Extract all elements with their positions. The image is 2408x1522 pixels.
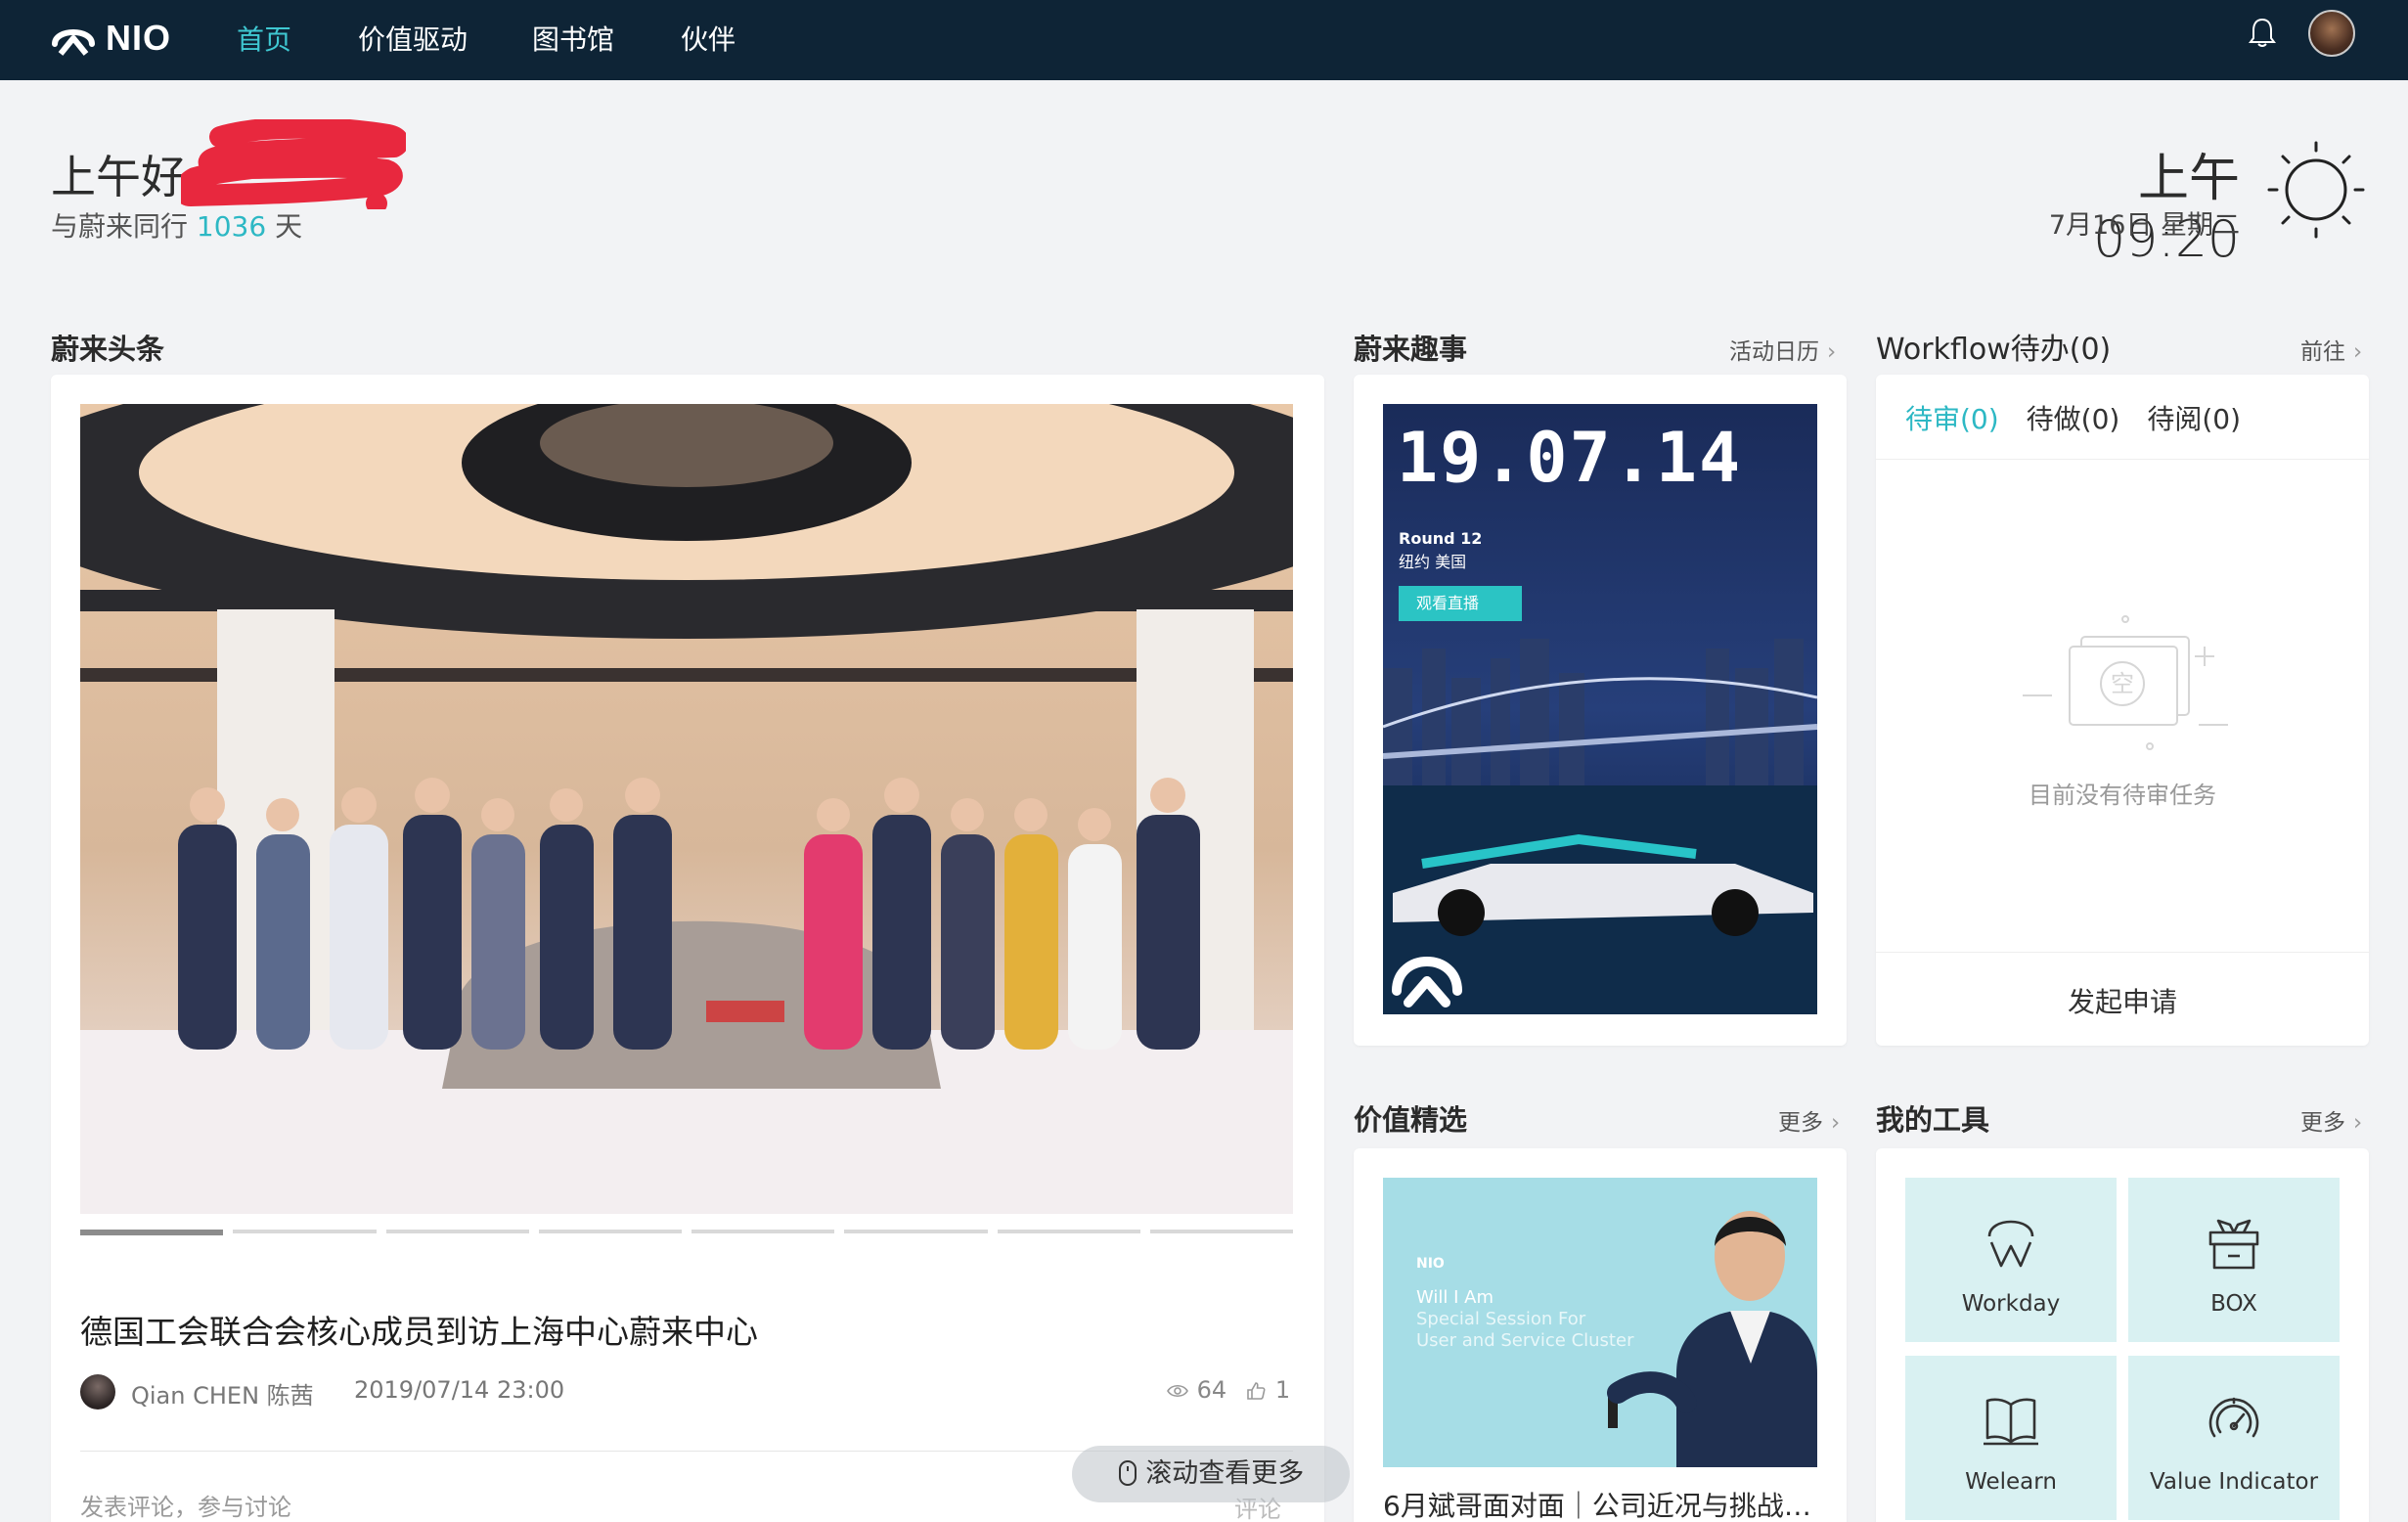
event-poster[interactable]: 19.07.14 Round 12 纽约 美国 观看直播 bbox=[1383, 404, 1817, 1014]
top-nav: NIO 首页 价值驱动 图书馆 伙伴 bbox=[0, 0, 2408, 80]
image-line-2: Special Session For bbox=[1416, 1309, 1586, 1329]
fun-title: 蔚来趣事 bbox=[1354, 333, 1468, 366]
nio-logo[interactable]: NIO bbox=[51, 14, 171, 63]
days-count: 1036 bbox=[196, 210, 267, 243]
workflow-tabs: 待审(0) 待做(0) 待阅(0) bbox=[1905, 398, 2241, 437]
tools-card: Workday BOX Welearn Value Indicator bbox=[1876, 1148, 2369, 1522]
value-article-title[interactable]: 6月斌哥面对面｜公司近况与挑战… bbox=[1383, 1485, 1817, 1522]
bell-icon[interactable] bbox=[2246, 16, 2279, 49]
divider bbox=[1876, 952, 2369, 953]
headlines-title: 蔚来头条 bbox=[51, 333, 165, 366]
nav-item-partners[interactable]: 伙伴 bbox=[681, 14, 736, 67]
days-together: 与蔚来同行 1036 天 bbox=[51, 210, 303, 243]
empty-message: 目前没有待审任务 bbox=[2029, 782, 2216, 809]
carousel-dot[interactable] bbox=[997, 1230, 1140, 1233]
workday-icon bbox=[1987, 1220, 2034, 1268]
fun-more-link[interactable]: 活动日历 › bbox=[1729, 333, 1836, 366]
mouse-icon bbox=[1118, 1460, 1137, 1486]
tool-label: Workday bbox=[1961, 1291, 2061, 1317]
value-article-image[interactable]: NIO Will I Am Special Session For User a… bbox=[1383, 1178, 1817, 1467]
tool-welearn[interactable]: Welearn bbox=[1905, 1356, 2117, 1520]
tool-value-indicator[interactable]: Value Indicator bbox=[2128, 1356, 2340, 1520]
redaction-scribble bbox=[181, 119, 406, 209]
image-line-3: User and Service Cluster bbox=[1416, 1330, 1634, 1351]
box-icon bbox=[2208, 1219, 2259, 1270]
poster-date: 19.07.14 bbox=[1397, 418, 1743, 498]
nav-item-library[interactable]: 图书馆 bbox=[532, 14, 614, 67]
tool-label: Welearn bbox=[1965, 1469, 2057, 1495]
values-title: 价值精选 bbox=[1354, 1103, 1468, 1137]
tab-pending-review[interactable]: 待审(0) bbox=[1905, 398, 1999, 437]
start-request-button[interactable]: 发起申请 bbox=[1876, 981, 2369, 1020]
headline-image[interactable] bbox=[80, 404, 1293, 1214]
poster-round: Round 12 bbox=[1399, 529, 1483, 548]
author-avatar[interactable] bbox=[80, 1374, 115, 1410]
workflow-go-link[interactable]: 前往 › bbox=[2300, 333, 2362, 366]
divider bbox=[1876, 459, 2369, 460]
clock-date: 7月16日 星期二 bbox=[2048, 210, 2240, 241]
nav-item-value-driven[interactable]: 价值驱动 bbox=[358, 14, 468, 67]
tool-label: Value Indicator bbox=[2149, 1469, 2319, 1495]
tools-title: 我的工具 bbox=[1876, 1103, 1990, 1137]
post-stats: 64 1 bbox=[1166, 1376, 1290, 1404]
tool-workday[interactable]: Workday bbox=[1905, 1178, 2117, 1342]
watch-live-button[interactable]: 观看直播 bbox=[1399, 586, 1522, 621]
carousel-dot[interactable] bbox=[233, 1230, 377, 1233]
tool-label: BOX bbox=[2210, 1291, 2257, 1317]
tab-to-read[interactable]: 待阅(0) bbox=[2147, 398, 2241, 437]
post-time: 2019/07/14 23:00 bbox=[354, 1376, 565, 1404]
views-stat: 64 bbox=[1166, 1376, 1226, 1404]
empty-icon-text: 空 bbox=[2111, 670, 2134, 697]
tool-box[interactable]: BOX bbox=[2128, 1178, 2340, 1342]
values-more-link[interactable]: 更多 › bbox=[1778, 1103, 1840, 1137]
workflow-title: Workflow待办(0) bbox=[1876, 333, 2112, 367]
eye-icon bbox=[1167, 1384, 1188, 1398]
carousel-dot[interactable] bbox=[80, 1230, 224, 1235]
news-title[interactable]: 德国工会联合会核心成员到访上海中心蔚来中心 bbox=[80, 1306, 758, 1353]
nav-item-home[interactable]: 首页 bbox=[237, 14, 291, 67]
tools-more-link[interactable]: 更多 › bbox=[2300, 1103, 2362, 1137]
sun-icon bbox=[2267, 141, 2365, 239]
carousel-indicator bbox=[80, 1230, 1293, 1235]
greeting-text: 上午好 bbox=[51, 151, 186, 203]
poster-city: 纽约 美国 bbox=[1399, 553, 1467, 571]
fun-card: 19.07.14 Round 12 纽约 美国 观看直播 bbox=[1354, 375, 1847, 1046]
image-brand: NIO bbox=[1416, 1256, 1445, 1272]
nio-logo-icon bbox=[52, 29, 95, 56]
book-icon bbox=[1984, 1398, 2038, 1446]
author-name[interactable]: Qian CHEN 陈茜 bbox=[131, 1376, 314, 1410]
values-card: NIO Will I Am Special Session For User a… bbox=[1354, 1148, 1847, 1522]
headline-card: 德国工会联合会核心成员到访上海中心蔚来中心 Qian CHEN 陈茜 2019/… bbox=[51, 375, 1324, 1522]
thumbs-up-icon bbox=[1247, 1382, 1266, 1400]
user-avatar[interactable] bbox=[2308, 10, 2355, 57]
logo-text: NIO bbox=[106, 18, 172, 58]
tab-todo[interactable]: 待做(0) bbox=[2027, 398, 2120, 437]
image-line-1: Will I Am bbox=[1416, 1287, 1494, 1308]
comment-input[interactable]: 发表评论，参与讨论 bbox=[80, 1488, 291, 1522]
carousel-dot[interactable] bbox=[1149, 1230, 1293, 1233]
scroll-hint-button[interactable]: 滚动查看更多 bbox=[1072, 1446, 1350, 1502]
gauge-icon bbox=[2208, 1397, 2259, 1438]
carousel-dot[interactable] bbox=[691, 1230, 835, 1233]
empty-box-icon: 空 bbox=[2023, 615, 2228, 750]
carousel-dot[interactable] bbox=[385, 1230, 529, 1233]
workflow-card: 待审(0) 待做(0) 待阅(0) 空 目前没有待审任务 发起申请 bbox=[1876, 375, 2369, 1046]
carousel-dot[interactable] bbox=[844, 1230, 988, 1233]
carousel-dot[interactable] bbox=[538, 1230, 682, 1233]
likes-stat[interactable]: 1 bbox=[1244, 1376, 1290, 1404]
